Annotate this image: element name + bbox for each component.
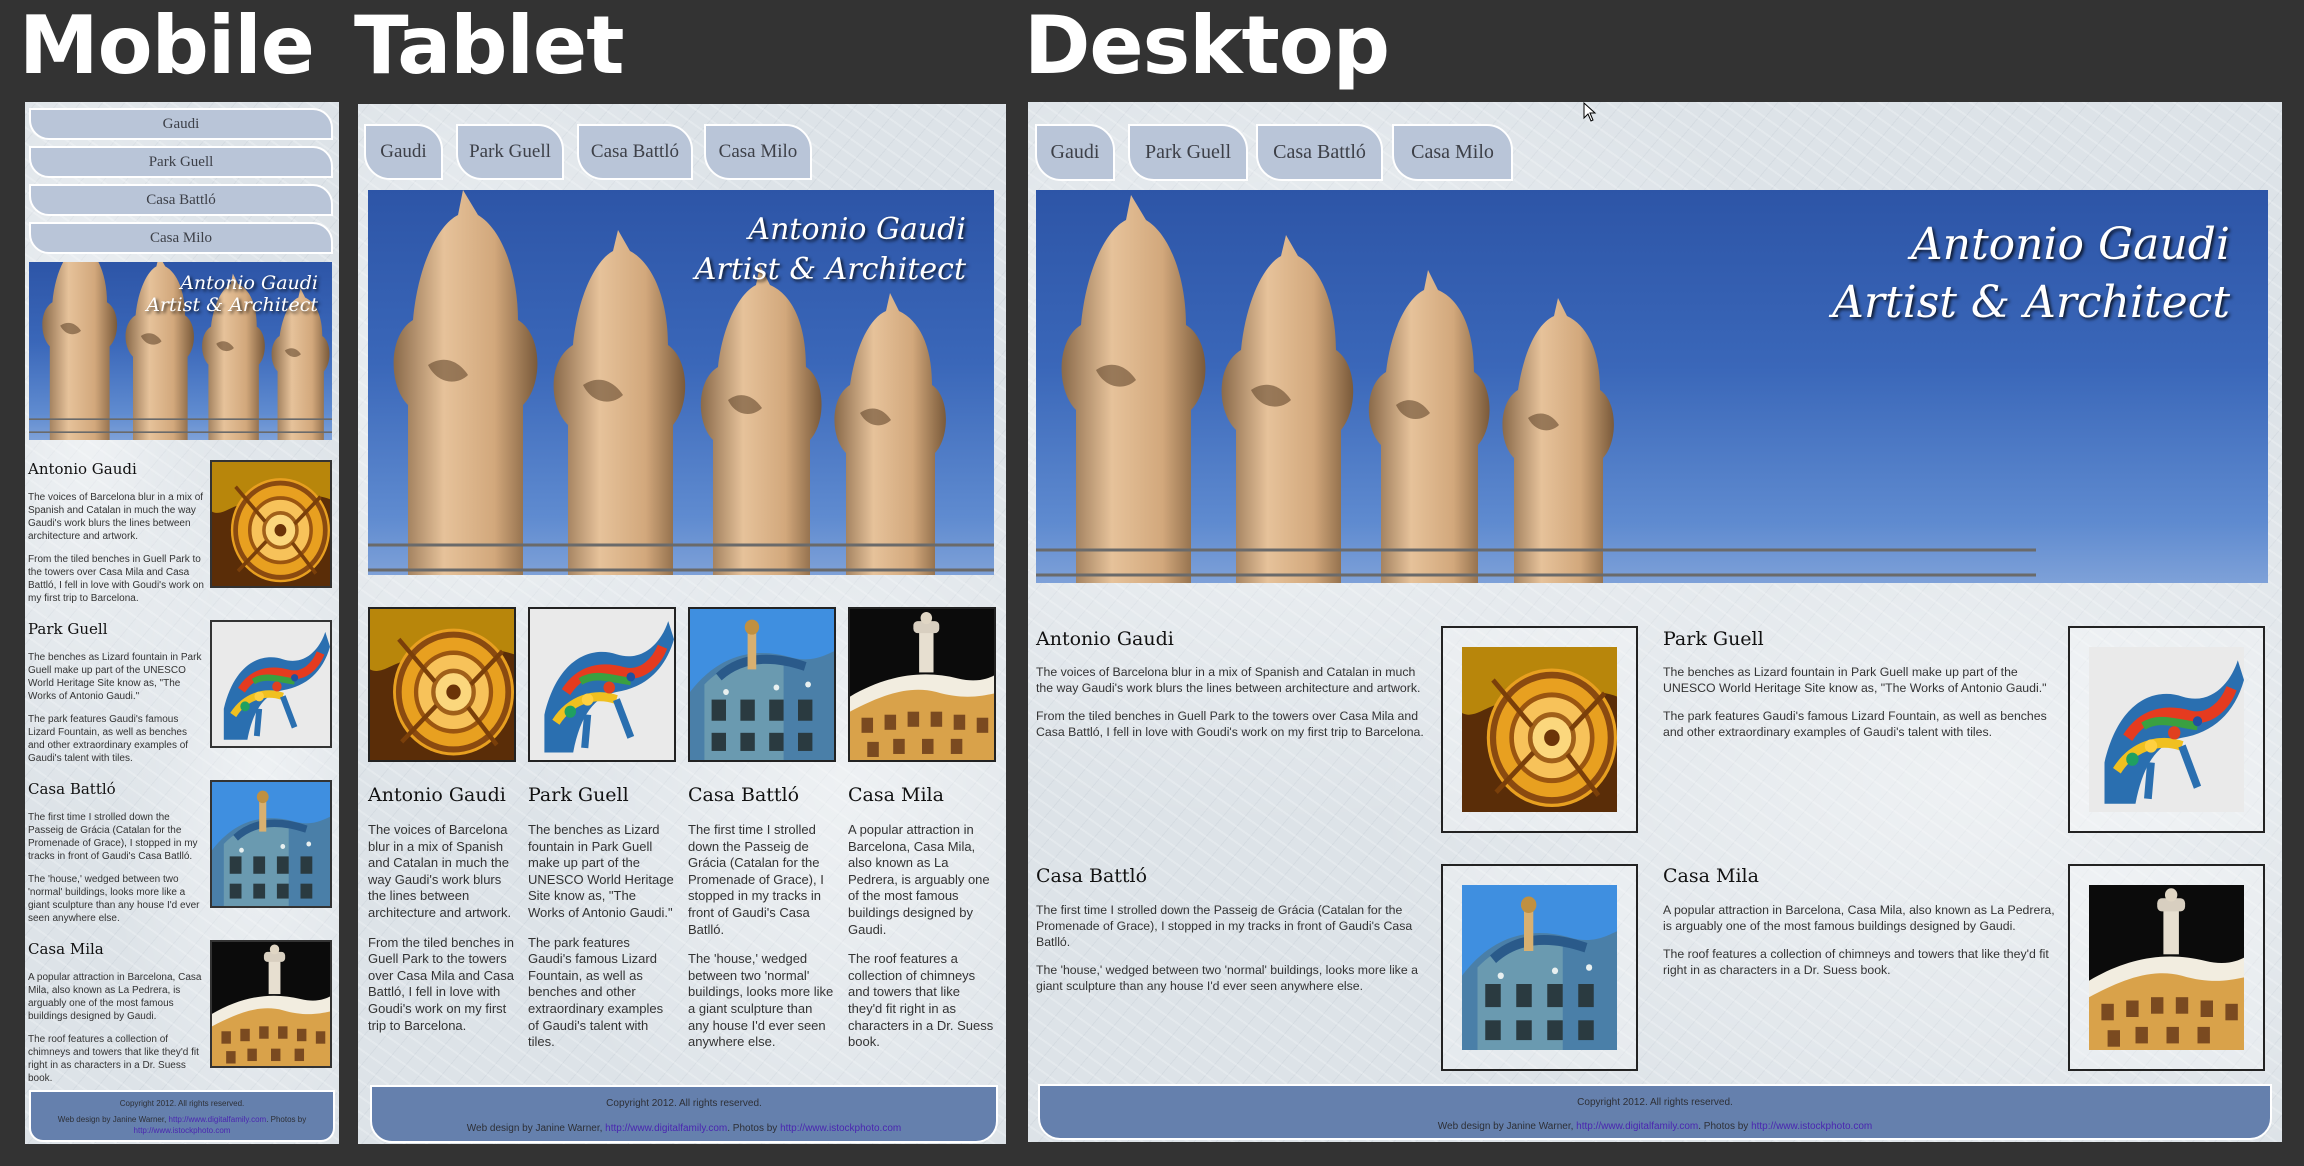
mobile-heading-batllo: Casa Battló [28, 780, 116, 798]
tablet-heading-gaudi: Antonio Gaudi [368, 784, 506, 806]
tablet-photo-lizard [528, 607, 676, 762]
footer-copyright: Copyright 2012. All rights reserved. [119, 1099, 245, 1108]
mouse-cursor-icon [1583, 102, 1597, 122]
footer-copyright: Copyright 2012. All rights reserved. [606, 1098, 762, 1109]
desktop-text-batllo: The first time I strolled down the Passe… [1036, 903, 1418, 994]
tablet-photo-stairs [368, 607, 516, 762]
desktop-photo-frame-lizard [2068, 626, 2265, 833]
mobile-footer: Copyright 2012. All rights reserved. Web… [29, 1090, 335, 1142]
mobile-text-park: The benches as Lizard fountain in Park G… [28, 652, 202, 764]
desktop-footer: Copyright 2012. All rights reserved. Web… [1038, 1084, 2272, 1140]
desktop-nav-park-guell[interactable]: Park Guell [1128, 124, 1248, 181]
desktop-heading-mila: Casa Mila [1663, 865, 1759, 887]
footer-credit: Web design by Janine Warner, http://www.… [466, 1123, 902, 1134]
desktop-photo-mila [2089, 885, 2244, 1050]
desktop-photo-lizard [2089, 647, 2244, 812]
desktop-hero-banner: Antonio Gaudi Artist & Architect [1036, 190, 2268, 583]
mobile-text-mila: A popular attraction in Barcelona, Casa … [28, 972, 202, 1084]
hero-title-line1: Antonio Gaudi [1910, 219, 2230, 270]
tablet-footer: Copyright 2012. All rights reserved. Web… [370, 1085, 998, 1143]
mobile-nav-casa-batllo[interactable]: Casa Battló [29, 184, 333, 216]
mobile-preview: Gaudi Park Guell Casa Battló Casa Milo A… [25, 102, 339, 1144]
tablet-heading-batllo: Casa Battló [688, 784, 800, 806]
desktop-photo-frame-batllo [1441, 864, 1638, 1071]
desktop-heading-park: Park Guell [1663, 628, 1764, 650]
tablet-nav-casa-milo[interactable]: Casa Milo [704, 124, 812, 180]
desktop-label: Desktop [1024, 0, 1390, 92]
desktop-photo-batllo [1462, 885, 1617, 1050]
mobile-hero-banner: Antonio Gaudi Artist & Architect [29, 262, 332, 440]
desktop-nav-casa-milo[interactable]: Casa Milo [1392, 124, 1513, 181]
mobile-nav-gaudi[interactable]: Gaudi [29, 108, 333, 140]
footer-credit: Web design by Janine Warner, http://www.… [57, 1115, 307, 1135]
tablet-photo-mila [848, 607, 996, 762]
desktop-preview: Gaudi Park Guell Casa Battló Casa Milo A… [1028, 102, 2282, 1142]
mobile-photo-lizard [210, 620, 332, 748]
desktop-photo-stairs [1462, 647, 1617, 812]
mobile-nav-park-guell[interactable]: Park Guell [29, 146, 333, 178]
istockphoto-link[interactable]: http://www.istockphoto.com [780, 1123, 901, 1134]
tablet-text-mila: A popular attraction in Barcelona, Casa … [848, 822, 994, 1050]
mobile-nav-casa-milo[interactable]: Casa Milo [29, 222, 333, 254]
desktop-photo-frame-stairs [1441, 626, 1638, 833]
digitalfamily-link[interactable]: http://www.digitalfamily.com [605, 1123, 727, 1134]
mobile-heading-gaudi: Antonio Gaudi [28, 460, 137, 478]
mobile-heading-mila: Casa Mila [28, 940, 104, 958]
desktop-text-park: The benches as Lizard fountain in Park G… [1663, 665, 2047, 740]
mobile-heading-park: Park Guell [28, 620, 108, 638]
tablet-label: Tablet [354, 0, 624, 92]
footer-credit: Web design by Janine Warner, http://www.… [1437, 1121, 1873, 1132]
tablet-heading-mila: Casa Mila [848, 784, 944, 806]
mobile-hero-title: Antonio Gaudi Artist & Architect [146, 272, 318, 316]
tablet-hero-title: Antonio Gaudi Artist & Architect [695, 210, 966, 290]
mobile-photo-mila [210, 940, 332, 1068]
hero-title-line1: Antonio Gaudi [180, 272, 318, 294]
desktop-heading-gaudi: Antonio Gaudi [1036, 628, 1174, 650]
mobile-text-gaudi: The voices of Barcelona blur in a mix of… [28, 492, 204, 604]
desktop-nav-gaudi[interactable]: Gaudi [1035, 124, 1115, 181]
istockphoto-link[interactable]: http://www.istockphoto.com [134, 1126, 231, 1135]
desktop-photo-frame-mila [2068, 864, 2265, 1071]
tablet-text-park: The benches as Lizard fountain in Park G… [528, 822, 674, 1050]
tablet-nav-park-guell[interactable]: Park Guell [456, 124, 564, 180]
footer-copyright: Copyright 2012. All rights reserved. [1577, 1097, 1733, 1108]
tablet-text-batllo: The first time I strolled down the Passe… [688, 822, 834, 1050]
tablet-photo-batllo [688, 607, 836, 762]
hero-title-line2: Artist & Architect [146, 294, 318, 316]
desktop-nav-casa-batllo[interactable]: Casa Battló [1256, 124, 1383, 181]
tablet-text-gaudi: The voices of Barcelona blur in a mix of… [368, 822, 514, 1033]
mobile-photo-batllo [210, 780, 332, 908]
digitalfamily-link[interactable]: http://www.digitalfamily.com [169, 1115, 267, 1124]
istockphoto-link[interactable]: http://www.istockphoto.com [1751, 1121, 1872, 1132]
hero-title-line2: Artist & Architect [1832, 277, 2230, 328]
desktop-text-gaudi: The voices of Barcelona blur in a mix of… [1036, 665, 1424, 740]
desktop-hero-title: Antonio Gaudi Artist & Architect [1832, 216, 2230, 332]
tablet-heading-park: Park Guell [528, 784, 629, 806]
hero-title-line2: Artist & Architect [694, 252, 966, 287]
tablet-nav-casa-batllo[interactable]: Casa Battló [577, 124, 693, 180]
tablet-hero-banner: Antonio Gaudi Artist & Architect [368, 190, 994, 575]
hero-title-line1: Antonio Gaudi [748, 212, 966, 247]
digitalfamily-link[interactable]: http://www.digitalfamily.com [1576, 1121, 1698, 1132]
desktop-text-mila: A popular attraction in Barcelona, Casa … [1663, 903, 2055, 978]
mobile-text-batllo: The first time I strolled down the Passe… [28, 812, 200, 924]
tablet-nav-gaudi[interactable]: Gaudi [364, 124, 443, 180]
mobile-photo-stairs [210, 460, 332, 588]
desktop-heading-batllo: Casa Battló [1036, 865, 1148, 887]
mobile-label: Mobile [19, 0, 315, 92]
tablet-preview: Gaudi Park Guell Casa Battló Casa Milo A… [358, 104, 1006, 1144]
